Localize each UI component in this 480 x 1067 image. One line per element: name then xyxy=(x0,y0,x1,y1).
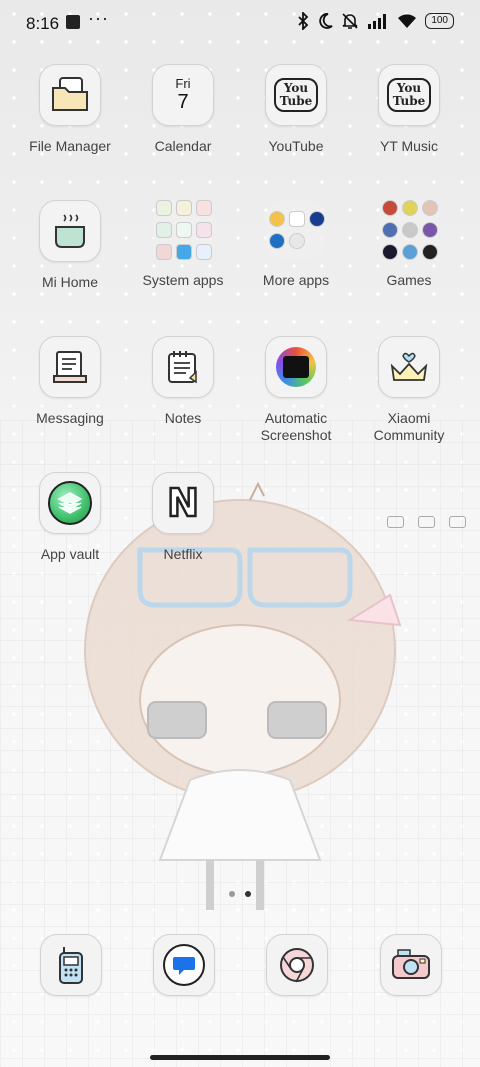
app-file-manager[interactable]: File Manager xyxy=(15,64,125,155)
screenshot-icon xyxy=(276,347,316,387)
folder-icon xyxy=(156,200,212,260)
dock-messages[interactable] xyxy=(153,934,215,996)
youtube-tile[interactable]: You Tube xyxy=(265,64,327,126)
battery-indicator: 100 xyxy=(425,13,454,29)
app-mi-home[interactable]: Mi Home xyxy=(15,200,125,291)
app-label: Calendar xyxy=(154,138,212,154)
notes-icon xyxy=(168,351,197,384)
dock-phone[interactable] xyxy=(40,934,102,996)
app-label: App vault xyxy=(40,546,100,562)
teapot-icon xyxy=(55,214,85,248)
page-dot xyxy=(229,891,235,897)
app-label: Automatic Screenshot xyxy=(260,410,332,443)
app-label: YouTube xyxy=(268,138,324,154)
chrome-icon xyxy=(280,948,314,983)
xiaomi-community-tile[interactable] xyxy=(378,336,440,398)
more-apps-folder[interactable] xyxy=(266,200,326,260)
notification-square-icon xyxy=(66,15,80,29)
wallpaper-decoration xyxy=(387,516,466,528)
app-vault-tile[interactable] xyxy=(39,472,101,534)
app-label: Xiaomi Community xyxy=(373,410,445,443)
message-icon xyxy=(53,351,87,383)
app-netflix[interactable]: N Netflix xyxy=(128,472,238,563)
system-apps-folder[interactable] xyxy=(153,200,213,260)
app-vault-icon xyxy=(48,481,92,525)
page-indicator[interactable] xyxy=(229,891,251,897)
page-dot-active xyxy=(245,891,251,897)
messaging-tile[interactable] xyxy=(39,336,101,398)
messages-tile[interactable] xyxy=(153,934,215,996)
mi-home-tile[interactable] xyxy=(39,200,101,262)
app-label: System apps xyxy=(142,272,224,288)
chrome-tile[interactable] xyxy=(266,934,328,996)
folder-games[interactable]: Games xyxy=(354,200,464,289)
status-bar: 8:16 ··· 100 xyxy=(0,0,480,46)
youtube-icon: You Tube xyxy=(273,78,319,112)
app-notes[interactable]: Notes xyxy=(128,336,238,427)
app-messaging[interactable]: Messaging xyxy=(15,336,125,427)
app-label: File Manager xyxy=(29,138,111,154)
phone-icon xyxy=(59,947,83,984)
app-label: Netflix xyxy=(163,546,203,562)
calendar-day-number: 7 xyxy=(177,91,189,113)
gesture-navigation-bar[interactable] xyxy=(150,1055,330,1060)
notes-tile[interactable] xyxy=(152,336,214,398)
bell-off-icon xyxy=(342,13,358,29)
netflix-icon: N xyxy=(166,480,200,527)
app-label: Mi Home xyxy=(41,274,98,290)
clock: 8:16 xyxy=(26,14,60,33)
dock-chrome[interactable] xyxy=(266,934,328,996)
yt-music-tile[interactable]: You Tube xyxy=(378,64,440,126)
automatic-screenshot-tile[interactable] xyxy=(265,336,327,398)
wifi-icon xyxy=(398,14,417,28)
dock-camera[interactable] xyxy=(380,934,442,996)
more-notifications-icon: ··· xyxy=(88,8,109,28)
app-yt-music[interactable]: You Tube YT Music xyxy=(354,64,464,155)
folder-icon xyxy=(269,211,325,249)
moon-icon xyxy=(319,13,333,29)
games-folder[interactable] xyxy=(379,200,439,260)
app-label: Messaging xyxy=(36,410,104,426)
phone-tile[interactable] xyxy=(40,934,102,996)
signal-icon xyxy=(368,14,387,29)
app-label: Notes xyxy=(164,410,202,426)
crown-icon xyxy=(390,352,428,381)
folder-more-apps[interactable]: More apps xyxy=(241,200,351,289)
netflix-tile[interactable]: N xyxy=(152,472,214,534)
app-app-vault[interactable]: App vault xyxy=(15,472,125,563)
folder-icon xyxy=(382,200,438,260)
calendar-tile[interactable]: Fri 7 xyxy=(152,64,214,126)
bluetooth-icon xyxy=(298,12,309,30)
camera-icon xyxy=(392,949,430,979)
app-automatic-screenshot[interactable]: Automatic Screenshot xyxy=(241,336,351,444)
folder-system-apps[interactable]: System apps xyxy=(128,200,238,289)
folder-doc-icon xyxy=(52,77,88,111)
app-calendar[interactable]: Fri 7 Calendar xyxy=(128,64,238,155)
app-label: YT Music xyxy=(379,138,439,154)
app-label: Games xyxy=(386,272,432,288)
calendar-day-name: Fri xyxy=(175,76,191,91)
camera-tile[interactable] xyxy=(380,934,442,996)
file-manager-tile[interactable] xyxy=(39,64,101,126)
app-youtube[interactable]: You Tube YouTube xyxy=(241,64,351,155)
app-xiaomi-community[interactable]: Xiaomi Community xyxy=(354,336,464,444)
app-label: More apps xyxy=(262,272,330,288)
chat-bubble-icon xyxy=(163,944,205,986)
yt-music-icon: You Tube xyxy=(386,78,432,112)
